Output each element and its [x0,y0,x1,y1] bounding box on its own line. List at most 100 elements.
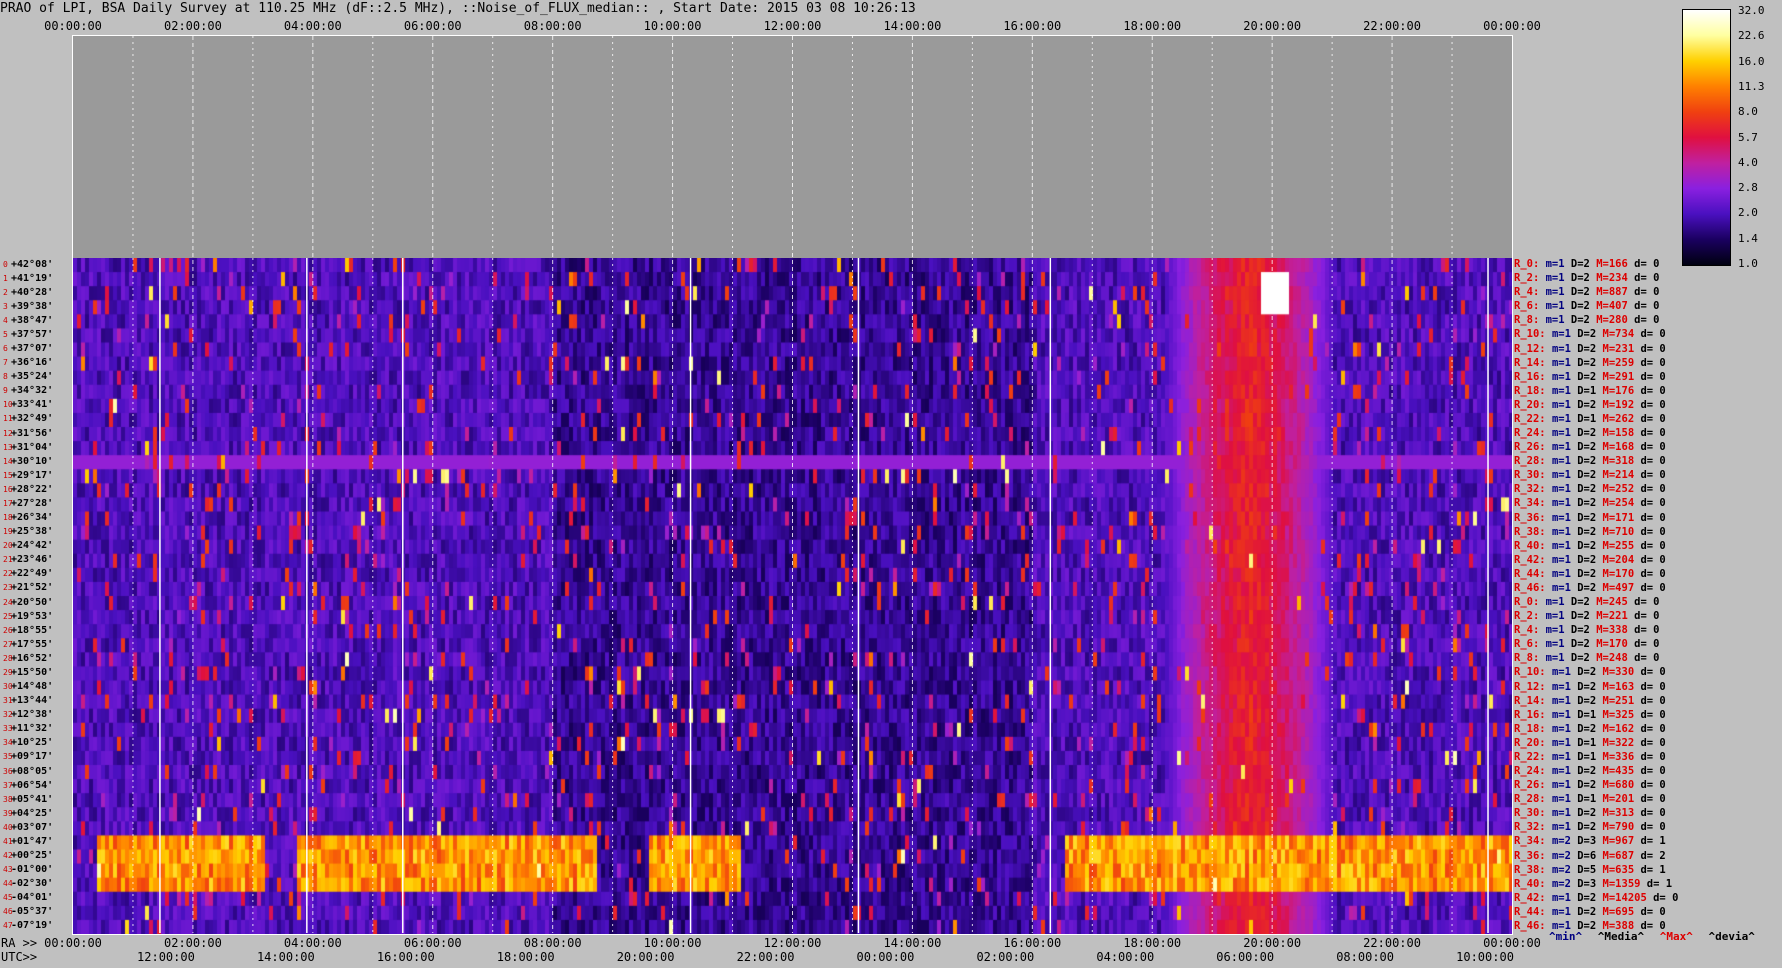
declination-value: +24°42' [11,540,54,552]
row-index: 24 [3,597,13,607]
utc-axis-tick: 18:00:00 [496,950,555,964]
stat-row: R_42: m=1 D=2 M=14205 d= 0 [1514,892,1678,905]
declination-value: +20°50' [11,596,54,608]
row-index: 37 [3,780,13,790]
stat-row: R_40: m=1 D=2 M=255 d= 0 [1514,540,1666,553]
stat-dev: d= 0 [1640,342,1666,355]
stat-dev: d= 0 [1640,328,1666,341]
row-index: 30 [3,682,13,691]
stat-M: M=435 [1602,765,1641,777]
declination-value: +40°28' [11,286,54,298]
stat-row: R_34: m=2 D=3 M=967 d= 1 [1514,835,1666,848]
stat-row: R_22: m=1 D=1 M=262 d= 0 [1514,413,1666,426]
stat-d: D=2 [1570,610,1597,623]
declination-value: +30°10' [11,455,54,467]
stat-d: D=1 [1577,736,1603,749]
colorbar-label: 1.0 [1738,257,1758,270]
stat-r: R_22: [1514,750,1552,763]
declination-value: +17°55' [11,638,54,650]
stat-m: m=1 [1551,525,1578,538]
stat-row: R_36: m=1 D=2 M=171 d= 0 [1514,512,1666,525]
row-index: 19 [3,527,13,537]
declination-value: +14°48' [11,681,54,692]
ra-axis-tick: 22:00:00 [1363,936,1421,950]
stat-row: R_38: m=1 D=2 M=710 d= 0 [1514,526,1666,539]
utc-axis-tick: 16:00:00 [376,950,435,964]
stat-M: M=176 [1602,384,1641,397]
stat-dev: d= 0 [1640,722,1666,735]
stat-m: m=1 [1551,750,1578,763]
declination-label: 25+19°53' [3,611,53,622]
stat-M: M=170 [1596,638,1635,651]
stat-dev: d= 0 [1640,807,1666,820]
colorbar-label: 16.0 [1738,54,1765,68]
stat-m: m=1 [1551,370,1578,383]
stat-d: D=5 [1577,863,1603,876]
stat-m: m=2 [1551,849,1578,862]
stat-m: m=1 [1551,427,1578,439]
top-axis-tick: 10:00:00 [643,19,702,33]
row-index: 27 [3,639,13,649]
ra-axis-tick: 00:00:00 [1483,936,1541,950]
row-index: 44 [3,879,13,889]
stat-dev: d= 0 [1640,821,1666,834]
row-index: 18 [3,513,13,522]
stat-m: m=1 [1551,441,1578,454]
top-axis-tick: 14:00:00 [883,19,942,33]
stat-m: m=1 [1551,722,1578,735]
stat-M: M=1359 [1602,877,1647,890]
stat-r: R_10: [1514,666,1552,679]
stat-M: M=325 [1602,708,1641,721]
stat-r: R_46: [1514,581,1552,594]
stat-m: m=1 [1545,286,1571,299]
stat-M: M=687 [1602,849,1641,862]
stat-M: M=967 [1602,835,1641,848]
declination-value: +42°08' [11,258,54,270]
stat-r: R_2: [1514,272,1546,285]
declination-value: +29°17' [11,469,54,481]
row-index: 4 [3,315,8,325]
declination-label: 14+30°10' [3,456,53,467]
stat-row: R_42: m=1 D=2 M=204 d= 0 [1514,554,1666,567]
row-index: 43 [3,865,13,875]
stat-r: R_10: [1514,328,1552,341]
stat-d: D=2 [1570,258,1597,270]
stat-dev: d= 0 [1640,680,1666,693]
ra-axis-tick: 14:00:00 [883,936,942,950]
stat-M: M=318 [1602,455,1641,468]
stat-d: D=2 [1577,765,1603,777]
ra-axis-tick: 08:00:00 [523,936,582,950]
stat-row: R_6: m=1 D=2 M=170 d= 0 [1514,638,1659,651]
declination-value: +22°49' [11,568,54,580]
stat-row: R_20: m=1 D=1 M=322 d= 0 [1514,737,1666,750]
stat-d: D=2 [1570,300,1597,313]
declination-value: +13°44' [11,695,54,707]
row-index: 33 [3,724,13,734]
top-axis-tick: 04:00:00 [283,19,342,33]
declination-value: +05°41' [11,793,54,805]
stat-row: R_14: m=1 D=2 M=259 d= 0 [1514,357,1666,370]
stat-row: R_20: m=1 D=2 M=192 d= 0 [1514,399,1666,412]
stat-M: M=497 [1602,581,1641,594]
stat-m: m=1 [1545,596,1571,608]
stat-d: D=2 [1577,779,1603,792]
stat-row: R_6: m=1 D=2 M=407 d= 0 [1514,300,1659,313]
stat-M: M=635 [1602,863,1641,876]
row-index: 15 [3,470,13,480]
bottom-utc-axis: 12:00:00 14:00:00 16:00:00 18:00:00 20:00:00… [0,950,1520,965]
row-index: 46 [3,907,13,917]
top-axis-tick: 20:00:00 [1243,19,1302,33]
row-index: 6 [3,344,8,353]
stat-r: R_30: [1514,807,1552,820]
row-index: 35 [3,752,13,762]
stat-dev: d= 0 [1634,638,1660,651]
stat-r: R_40: [1514,877,1552,890]
stat-d: D=1 [1577,750,1603,763]
row-index: 12 [3,428,13,438]
stat-M: M=158 [1602,427,1641,439]
stat-m: m=1 [1545,624,1571,637]
stat-M: M=234 [1596,272,1635,285]
row-index: 41 [3,836,13,846]
declination-label: 3 +39°38' [3,301,53,312]
stat-r: R_2: [1514,610,1546,623]
